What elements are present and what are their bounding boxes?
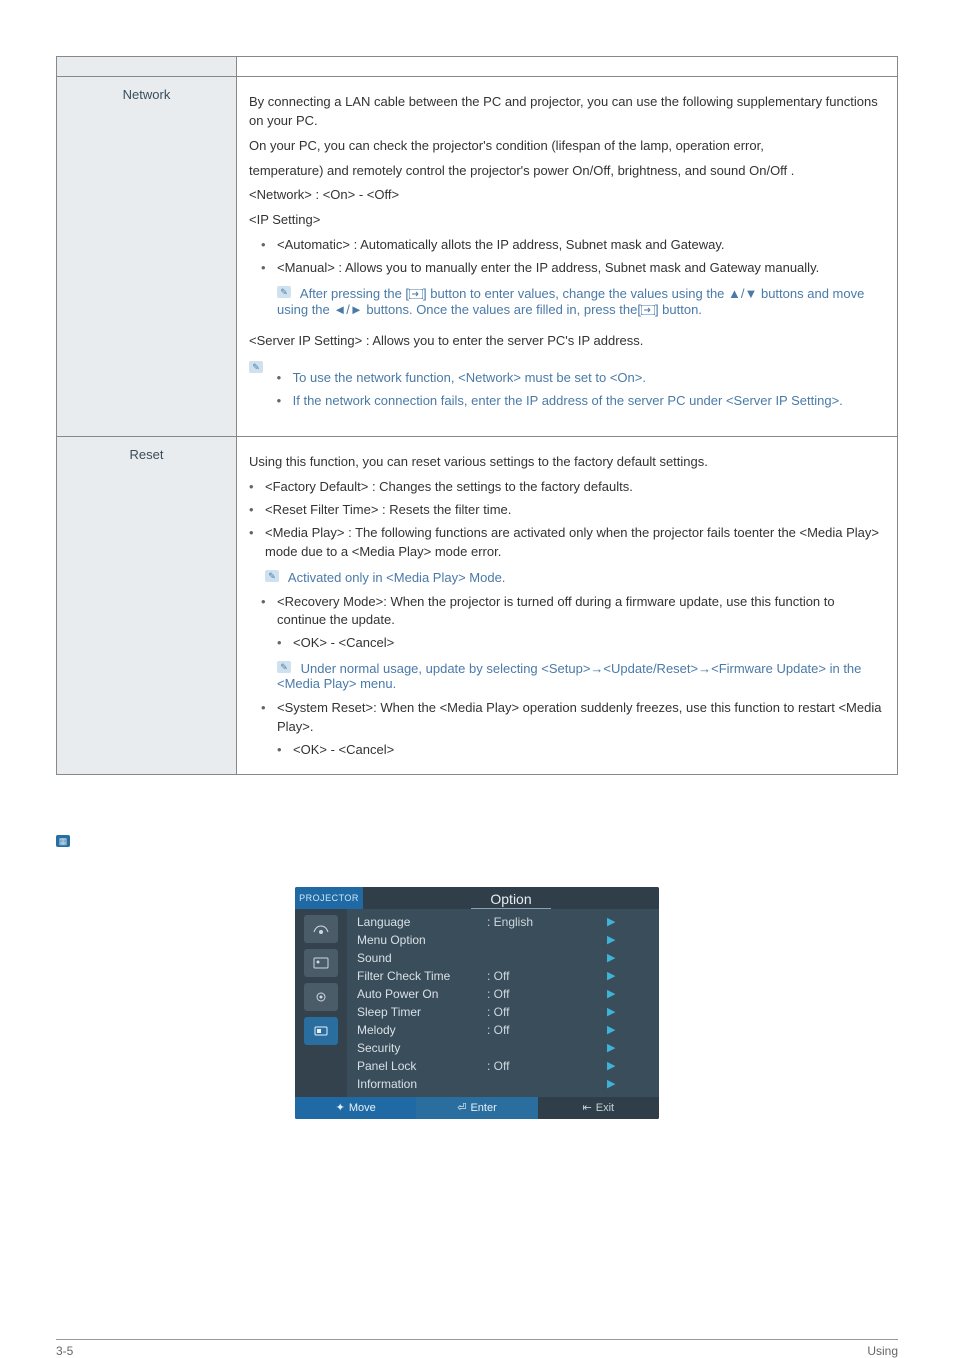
page-number: 3-5 [56, 1344, 73, 1358]
osd-row[interactable]: Language: English▶ [347, 913, 659, 931]
note-list: ✎ To use the network function, <Network>… [249, 361, 885, 419]
osd-row-label: Auto Power On [357, 987, 487, 1001]
osd-footer-enter: ⏎Enter [416, 1097, 537, 1119]
osd-row-label: Panel Lock [357, 1059, 487, 1073]
list-item: <OK> - <Cancel> [277, 741, 885, 760]
note-icon: ✎ [265, 570, 279, 582]
osd-row[interactable]: Sound ▶ [347, 949, 659, 967]
list-item: <Media Play> : The following functions a… [249, 524, 885, 562]
list-item: <Manual> : Allows you to manually enter … [261, 259, 885, 278]
osd-row-value: : Off [487, 1059, 607, 1073]
chevron-right-icon: ▶ [607, 951, 615, 964]
osd-row-label: Filter Check Time [357, 969, 487, 983]
osd-tab-picture-icon[interactable] [304, 949, 338, 977]
osd-projector-label: PROJECTOR [295, 887, 363, 909]
osd-row-label: Sound [357, 951, 487, 965]
note-icon: ✎ [277, 661, 291, 673]
note: ✎ Activated only in <Media Play> Mode. [265, 570, 885, 585]
enter-icon: ⏎ [457, 1101, 466, 1114]
osd-row-value: : English [487, 915, 607, 929]
osd-row[interactable]: Panel Lock: Off▶ [347, 1057, 659, 1075]
enter-icon [641, 303, 655, 318]
svg-text:✎: ✎ [252, 362, 260, 372]
chevron-right-icon: ▶ [607, 987, 615, 1000]
list-item: <Automatic> : Automatically allots the I… [261, 236, 885, 255]
list-item: <Recovery Mode>: When the projector is t… [261, 593, 885, 631]
row-network-label: Network [57, 77, 237, 437]
list-item: <System Reset>: When the <Media Play> op… [261, 699, 885, 737]
row-network-body: By connecting a LAN cable between the PC… [237, 77, 898, 437]
osd-row-value: : Off [487, 969, 607, 983]
osd-row[interactable]: Sleep Timer: Off▶ [347, 1003, 659, 1021]
text: <IP Setting> [249, 211, 885, 230]
osd-row[interactable]: Filter Check Time: Off▶ [347, 967, 659, 985]
note-icon: ✎ [277, 286, 291, 298]
osd-row-label: Language [357, 915, 487, 929]
list-item: <OK> - <Cancel> [277, 634, 885, 653]
list-item: If the network connection fails, enter t… [277, 392, 883, 411]
note: ✎ After pressing the [] button to enter … [277, 286, 885, 318]
text: <Server IP Setting> : Allows you to ente… [249, 332, 885, 351]
osd-tab-setup-icon[interactable] [304, 983, 338, 1011]
section-icon: ▦ [56, 835, 70, 847]
osd-row-label: Menu Option [357, 933, 487, 947]
chevron-right-icon: ▶ [607, 915, 615, 928]
row-reset-label: Reset [57, 437, 237, 774]
chevron-right-icon: ▶ [607, 969, 615, 982]
osd-row-label: Security [357, 1041, 487, 1055]
list-item: To use the network function, <Network> m… [277, 369, 883, 388]
settings-table: Network By connecting a LAN cable betwee… [56, 56, 898, 775]
osd-row[interactable]: Security ▶ [347, 1039, 659, 1057]
osd-row-label: Sleep Timer [357, 1005, 487, 1019]
osd-tab-input-icon[interactable] [304, 915, 338, 943]
list-item: <Factory Default> : Changes the settings… [249, 478, 885, 497]
osd-tab-option-icon[interactable] [304, 1017, 338, 1045]
osd-row-label: Information [357, 1077, 487, 1091]
note-icon: ✎ [249, 361, 263, 373]
osd-panel: PROJECTOR Option Language: English▶ Menu… [295, 887, 659, 1119]
chevron-right-icon: ▶ [607, 1077, 615, 1090]
svg-text:✎: ✎ [280, 662, 288, 672]
exit-icon: ⇤ [583, 1101, 592, 1114]
osd-title: Option [471, 891, 551, 909]
osd-row-value: : Off [487, 1023, 607, 1037]
osd-footer-exit: ⇤Exit [538, 1097, 659, 1119]
page-section: Using [867, 1344, 898, 1358]
chevron-right-icon: ▶ [607, 1041, 615, 1054]
chevron-right-icon: ▶ [607, 1023, 615, 1036]
note: ✎ Under normal usage, update by selectin… [277, 661, 885, 691]
osd-row[interactable]: Menu Option ▶ [347, 931, 659, 949]
osd-row[interactable]: Information ▶ [347, 1075, 659, 1093]
text: By connecting a LAN cable between the PC… [249, 93, 885, 131]
page-footer: 3-5 Using [56, 1339, 898, 1358]
text: temperature) and remotely control the pr… [249, 162, 885, 181]
osd-row[interactable]: Melody: Off▶ [347, 1021, 659, 1039]
text: Using this function, you can reset vario… [249, 453, 885, 472]
text: Under normal usage, update by selecting … [277, 661, 861, 691]
text: Activated only in <Media Play> Mode. [288, 570, 506, 585]
updown-icon: ✦ [336, 1101, 345, 1114]
text: ] button. [655, 302, 702, 317]
chevron-right-icon: ▶ [607, 933, 615, 946]
osd-row-value: : Off [487, 987, 607, 1001]
list-item: <Reset Filter Time> : Resets the filter … [249, 501, 885, 520]
chevron-right-icon: ▶ [607, 1005, 615, 1018]
enter-icon [409, 287, 423, 302]
osd-row-label: Melody [357, 1023, 487, 1037]
text: <Network> : <On> - <Off> [249, 186, 885, 205]
svg-text:✎: ✎ [268, 571, 276, 581]
text: After pressing the [ [300, 286, 409, 301]
osd-row[interactable]: Auto Power On: Off▶ [347, 985, 659, 1003]
row-reset-body: Using this function, you can reset vario… [237, 437, 898, 774]
osd-footer-move: ✦Move [295, 1097, 416, 1119]
text: On your PC, you can check the projector'… [249, 137, 885, 156]
osd-row-value: : Off [487, 1005, 607, 1019]
chevron-right-icon: ▶ [607, 1059, 615, 1072]
svg-text:✎: ✎ [280, 287, 288, 297]
